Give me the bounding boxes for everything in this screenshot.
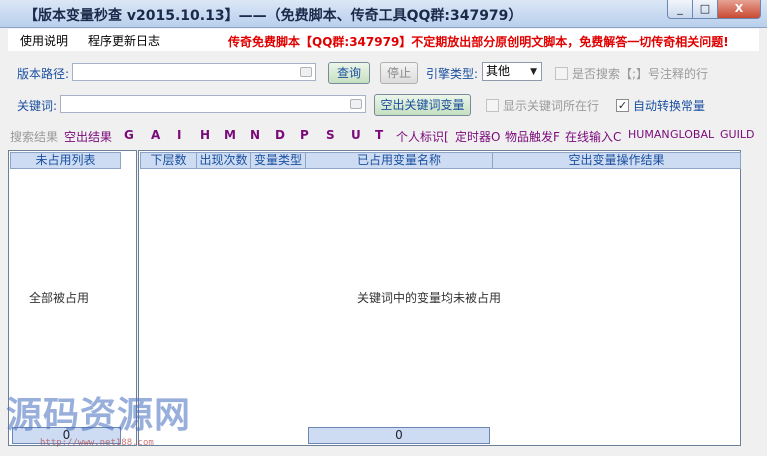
- result-guild[interactable]: GUILD: [720, 128, 754, 141]
- result-n[interactable]: N: [250, 128, 260, 142]
- result-timer[interactable]: 定时器O: [455, 128, 500, 145]
- checkbox-box[interactable]: [555, 67, 568, 80]
- apple-app-icon: [4, 4, 22, 22]
- result-g[interactable]: G: [124, 128, 134, 142]
- version-path-input[interactable]: [72, 63, 316, 81]
- used-progress: 0: [308, 427, 490, 444]
- minimize-button[interactable]: _: [667, 0, 693, 19]
- used-empty-message: 关键词中的变量均未被占用: [357, 291, 502, 305]
- engine-type-label: 引擎类型:: [426, 67, 479, 81]
- promo-banner: 传奇免费脚本【QQ群:347979】不定期放出部分原创明文脚本，免费解答一切传奇…: [228, 35, 729, 49]
- version-path-label: 版本路径:: [17, 67, 70, 81]
- search-comment-label: 是否搜索【;】号注释的行: [572, 67, 709, 81]
- result-global[interactable]: GLOBAL: [670, 128, 714, 141]
- result-human[interactable]: HUMAN: [628, 128, 670, 141]
- col-op-result[interactable]: 空出变量操作结果: [492, 152, 741, 169]
- col-used-var-name[interactable]: 已占用变量名称: [305, 152, 493, 169]
- auto-convert-checkbox[interactable]: ✓ 自动转换常量: [616, 97, 705, 114]
- result-m[interactable]: M: [224, 128, 236, 142]
- unused-list-header[interactable]: 未占用列表: [10, 152, 121, 169]
- result-empty[interactable]: 空出结果: [64, 128, 112, 145]
- engine-type-select[interactable]: 其他 ▼: [482, 62, 542, 81]
- watermark-url: http://www.net188.com: [40, 438, 154, 448]
- show-lines-checkbox[interactable]: 显示关键词所在行: [486, 97, 599, 114]
- keyword-label: 关键词:: [17, 99, 58, 113]
- checkbox-box[interactable]: [486, 99, 499, 112]
- find-vars-button[interactable]: 空出关键词变量: [374, 94, 471, 116]
- show-lines-label: 显示关键词所在行: [503, 99, 600, 113]
- col-layer-count[interactable]: 下层数: [140, 152, 197, 169]
- engine-type-value: 其他: [486, 64, 511, 78]
- chevron-down-icon: ▼: [530, 67, 537, 77]
- keyword-input[interactable]: [60, 95, 366, 113]
- close-button[interactable]: X: [717, 0, 761, 19]
- keyword-dropdown-icon[interactable]: [350, 99, 362, 109]
- result-i[interactable]: I: [177, 128, 181, 142]
- result-online-input[interactable]: 在线输入C: [565, 128, 621, 145]
- title-bar: 【版本变量秒查 v2015.10.13】——（免费脚本、传奇工具QQ群:3479…: [0, 0, 767, 28]
- result-t[interactable]: T: [375, 128, 383, 142]
- col-var-type[interactable]: 变量类型: [250, 152, 306, 169]
- result-u[interactable]: U: [351, 128, 361, 142]
- menu-usage-guide[interactable]: 使用说明: [20, 32, 68, 49]
- browse-dropdown-icon[interactable]: [300, 67, 312, 77]
- unused-empty-message: 全部被占用: [29, 291, 90, 305]
- col-occurrences[interactable]: 出现次数: [196, 152, 251, 169]
- result-a[interactable]: A: [151, 128, 160, 142]
- maximize-button[interactable]: □: [692, 0, 718, 19]
- window-title: 【版本变量秒查 v2015.10.13】——（免费脚本、传奇工具QQ群:3479…: [24, 8, 523, 24]
- check-icon[interactable]: ✓: [616, 99, 629, 112]
- search-comment-checkbox[interactable]: 是否搜索【;】号注释的行: [555, 65, 708, 82]
- used-vars-pane[interactable]: 下层数 出现次数 变量类型 已占用变量名称 空出变量操作结果 关键词中的变量均未…: [138, 150, 741, 446]
- result-s[interactable]: S: [326, 128, 335, 142]
- search-results-label: 搜索结果: [10, 130, 59, 144]
- stop-button[interactable]: 停止: [380, 62, 418, 84]
- menu-update-log[interactable]: 程序更新日志: [88, 32, 160, 49]
- search-results-bar: 搜索结果 空出结果 G A I H M N D P S U T 个人标识[ 定时…: [8, 128, 759, 144]
- result-h[interactable]: H: [200, 128, 210, 142]
- watermark-text: 源码资源网: [6, 395, 192, 436]
- window-controls: _ □ X: [667, 0, 761, 20]
- result-personal-id[interactable]: 个人标识[: [396, 128, 449, 145]
- result-item-trigger[interactable]: 物品触发F: [505, 128, 560, 145]
- menu-bar: 使用说明 程序更新日志 传奇免费脚本【QQ群:347979】不定期放出部分原创明…: [8, 29, 759, 51]
- auto-convert-label: 自动转换常量: [633, 99, 706, 113]
- result-p[interactable]: P: [300, 128, 309, 142]
- query-button[interactable]: 查询: [328, 62, 370, 84]
- used-vars-header: 下层数 出现次数 变量类型 已占用变量名称 空出变量操作结果: [140, 152, 741, 169]
- result-d[interactable]: D: [275, 128, 285, 142]
